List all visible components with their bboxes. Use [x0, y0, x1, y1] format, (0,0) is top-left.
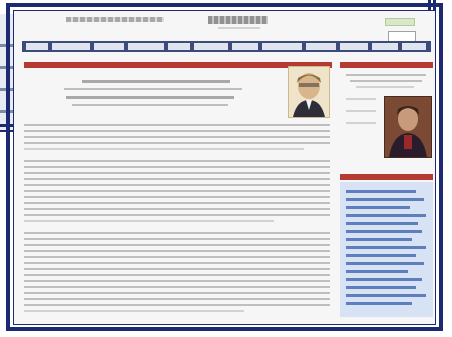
nav-item[interactable]	[402, 43, 426, 50]
subheadline-line	[66, 96, 234, 99]
sidebar-link[interactable]	[346, 294, 426, 297]
site-tagline	[66, 17, 164, 22]
sidebar-link[interactable]	[346, 254, 416, 257]
site-title[interactable]	[208, 16, 268, 24]
sidebar-text-line	[346, 122, 376, 124]
sidebar-link[interactable]	[346, 286, 416, 289]
text-line	[24, 148, 304, 150]
nav-item[interactable]	[232, 43, 258, 50]
sidebar-link[interactable]	[346, 206, 410, 209]
text-line	[24, 220, 274, 222]
sidebar-text-line	[346, 74, 426, 76]
sidebar-photo-image	[385, 97, 431, 157]
nav-item[interactable]	[372, 43, 398, 50]
frame-bottom-edge	[6, 327, 443, 331]
text-line	[24, 310, 244, 312]
sidebar-photo[interactable]	[384, 96, 432, 158]
sidebar-link[interactable]	[346, 302, 412, 305]
sidebar-text-line	[356, 86, 414, 88]
sidebar-link[interactable]	[346, 222, 418, 225]
sidebar-link[interactable]	[346, 190, 416, 193]
headline-line	[64, 88, 242, 90]
nav-item[interactable]	[52, 43, 90, 50]
text-line	[24, 208, 330, 210]
text-line	[24, 160, 330, 162]
sidebar-link[interactable]	[346, 214, 426, 217]
text-line	[24, 142, 330, 144]
nav-item[interactable]	[340, 43, 368, 50]
text-line	[24, 244, 330, 246]
nav-item[interactable]	[94, 43, 124, 50]
text-line	[24, 178, 330, 180]
nav-item[interactable]	[26, 43, 48, 50]
text-line	[24, 292, 330, 294]
text-line	[24, 130, 330, 132]
text-line	[24, 262, 330, 264]
text-line	[24, 304, 330, 306]
text-line	[24, 250, 330, 252]
text-line	[24, 172, 330, 174]
sidebar-top-bar	[340, 62, 433, 68]
author-portrait	[288, 66, 330, 118]
sidebar-link[interactable]	[346, 230, 422, 233]
text-line	[24, 166, 330, 168]
text-line	[24, 268, 330, 270]
text-line	[24, 214, 330, 216]
author-portrait-image	[293, 73, 325, 117]
nav-item[interactable]	[128, 43, 164, 50]
text-line	[24, 286, 330, 288]
sidebar-text-line	[346, 98, 376, 100]
headline-line	[82, 80, 230, 83]
nav-item[interactable]	[306, 43, 336, 50]
text-line	[24, 196, 330, 198]
nav-item[interactable]	[168, 43, 190, 50]
text-line	[24, 298, 330, 300]
sidebar-text-line	[346, 110, 376, 112]
text-line	[24, 232, 330, 234]
nav-item[interactable]	[262, 43, 302, 50]
main-nav	[22, 41, 431, 52]
article-section-bar	[24, 62, 332, 68]
sidebar-link[interactable]	[346, 198, 424, 201]
sidebar-link[interactable]	[346, 270, 408, 273]
text-line	[24, 124, 330, 126]
sidebar-link[interactable]	[346, 238, 412, 241]
sidebar-text-line	[350, 80, 422, 82]
text-line	[24, 136, 330, 138]
sidebar-links-bar	[340, 174, 433, 180]
subheadline-line	[72, 104, 228, 106]
text-line	[24, 190, 330, 192]
text-line	[24, 274, 330, 276]
masthead-subline	[218, 27, 260, 29]
sidebar-link[interactable]	[346, 262, 424, 265]
text-line	[24, 256, 330, 258]
sidebar-link[interactable]	[346, 246, 426, 249]
nav-item[interactable]	[194, 43, 228, 50]
top-badge[interactable]	[385, 18, 415, 26]
sidebar-link[interactable]	[346, 278, 422, 281]
text-line	[24, 280, 330, 282]
text-line	[24, 202, 330, 204]
text-line	[24, 184, 330, 186]
text-line	[24, 238, 330, 240]
